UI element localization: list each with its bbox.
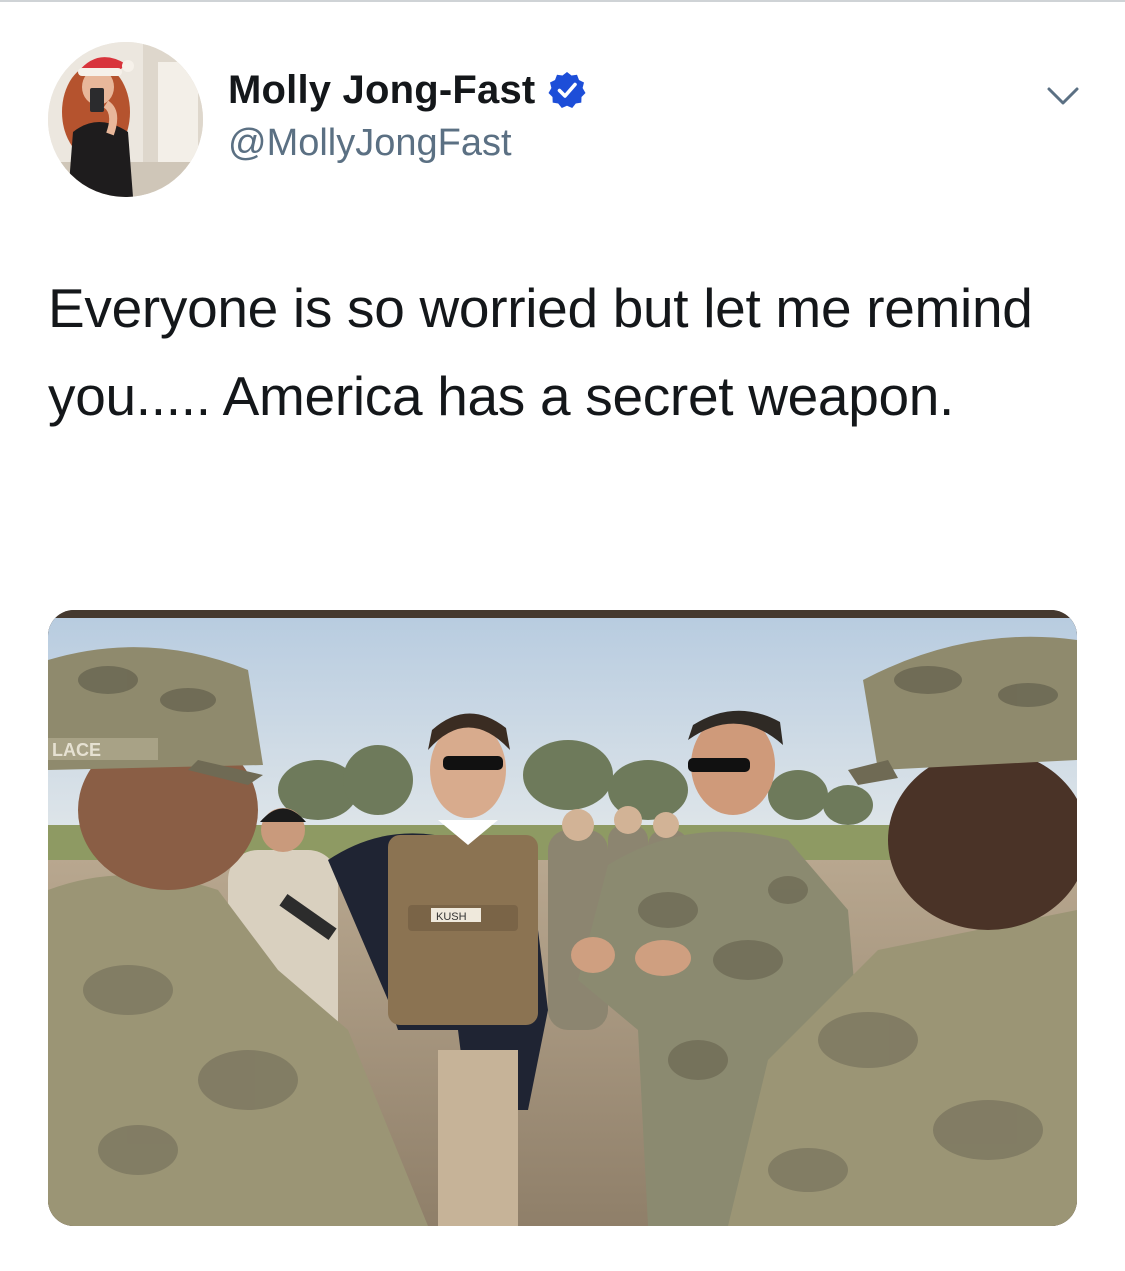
avatar-photo bbox=[48, 42, 203, 197]
tweet-screenshot: Molly Jong-Fast @MollyJongFast Everyone … bbox=[0, 0, 1125, 1271]
chevron-down-icon[interactable] bbox=[1046, 85, 1080, 107]
tweet-text: Everyone is so worried but let me remind… bbox=[48, 277, 1033, 427]
tweet-media-photo[interactable]: KUSH LACE bbox=[48, 610, 1077, 1226]
verified-badge-icon bbox=[548, 72, 586, 108]
author-name-row[interactable]: Molly Jong-Fast bbox=[228, 66, 587, 114]
top-divider bbox=[0, 0, 1125, 2]
vest-name-tag-label: KUSH bbox=[436, 911, 467, 923]
author-avatar[interactable] bbox=[48, 42, 203, 197]
photo-illustration: KUSH LACE bbox=[48, 610, 1077, 1226]
author-display-name[interactable]: Molly Jong-Fast bbox=[228, 68, 535, 113]
author-handle[interactable]: @MollyJongFast bbox=[228, 122, 512, 165]
cap-name-tape-label: LACE bbox=[52, 740, 101, 760]
